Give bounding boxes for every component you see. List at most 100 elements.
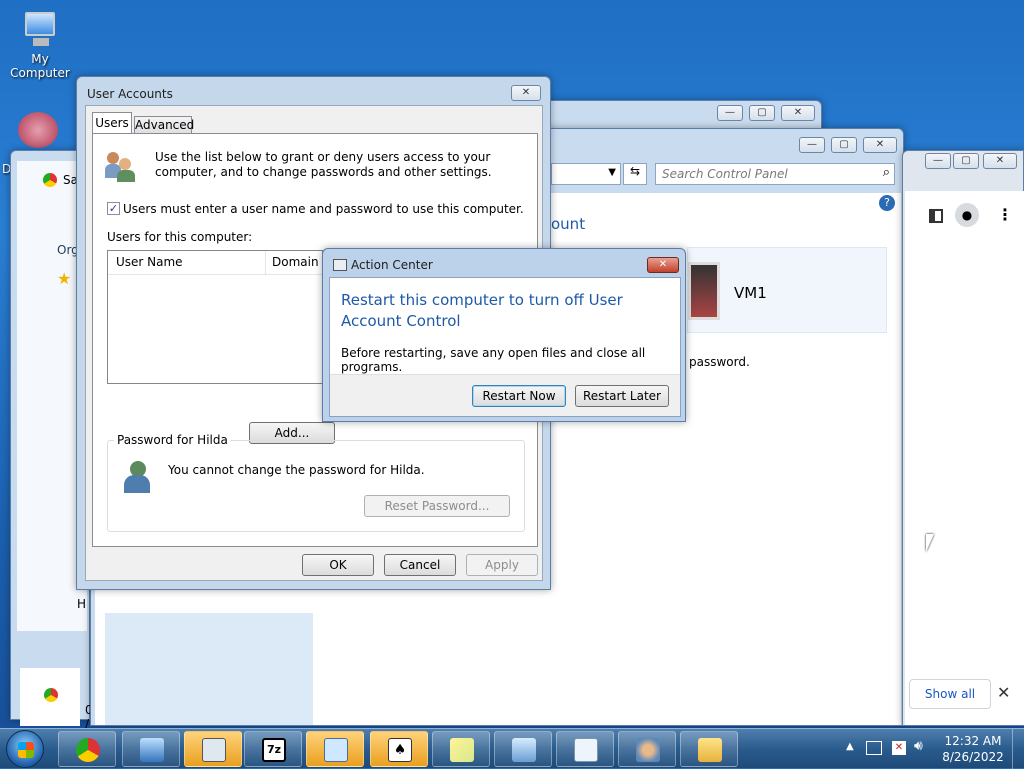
avatar xyxy=(688,262,720,320)
taskbar-chrome-button[interactable] xyxy=(58,731,116,767)
taskbar-calculator-button[interactable] xyxy=(184,731,242,767)
chrome-bottom-strip xyxy=(20,668,80,726)
computer-icon xyxy=(19,10,61,50)
tab-users[interactable]: Users xyxy=(92,112,132,134)
chrome-logo-icon xyxy=(44,688,58,702)
restart-now-button[interactable]: Restart Now xyxy=(472,385,566,407)
column-header-username[interactable]: User Name xyxy=(108,251,266,275)
password-info-text: You cannot change the password for Hilda… xyxy=(168,463,425,477)
chrome-logo-icon xyxy=(43,173,57,187)
require-login-label[interactable]: Users must enter a user name and passwor… xyxy=(123,202,524,216)
close-button[interactable]: ✕ xyxy=(781,105,815,121)
clock[interactable]: 12:32 AM 8/26/2022 xyxy=(938,733,1008,765)
tab-users-label: Users xyxy=(95,116,129,130)
action-center-icon xyxy=(333,259,347,271)
document-icon xyxy=(574,738,598,762)
password-fragment[interactable]: password. xyxy=(689,355,750,369)
chrome-window[interactable]: — ▢ ✕ ● ⋮ Show all ✕ xyxy=(902,150,1024,726)
tab-advanced-label: Advanced xyxy=(135,118,195,132)
minimize-button[interactable]: — xyxy=(799,137,825,153)
control-panel-icon xyxy=(140,738,164,762)
users-icon xyxy=(636,738,660,762)
taskbar-notepad-button[interactable] xyxy=(306,731,364,767)
minimize-button[interactable]: — xyxy=(717,105,743,121)
close-button[interactable]: ✕ xyxy=(983,153,1017,169)
address-bar[interactable]: ▼ xyxy=(551,163,621,185)
taskbar-control-panel-button[interactable] xyxy=(122,731,180,767)
tab-advanced[interactable]: Advanced xyxy=(134,116,195,134)
taskbar-explorer-button[interactable] xyxy=(680,731,738,767)
search-box[interactable]: Search Control Panel ⌕ xyxy=(655,163,895,185)
desktop-icon-label: My Computer xyxy=(10,52,70,80)
password-group-label: Password for Hilda xyxy=(114,433,231,447)
clock-date: 8/26/2022 xyxy=(942,750,1004,764)
taskbar-solitaire-button[interactable]: ♠ xyxy=(370,731,428,767)
help-icon[interactable]: ? xyxy=(879,195,895,211)
nav-pane xyxy=(105,613,313,725)
network-icon xyxy=(512,738,536,762)
users-icon xyxy=(105,150,137,182)
button-footer: Restart Now Restart Later xyxy=(330,374,680,416)
column-header-domain[interactable]: Domain xyxy=(266,251,324,275)
dialog-title: User Accounts xyxy=(87,87,173,101)
restart-later-button[interactable]: Restart Later xyxy=(575,385,669,407)
chevron-down-icon[interactable]: ▼ xyxy=(608,167,616,178)
dialog-content: Restart this computer to turn off User A… xyxy=(329,277,681,417)
ok-button[interactable]: OK xyxy=(302,554,374,576)
menu-icon[interactable]: ⋮ xyxy=(997,205,1013,224)
dialog-title: Action Center xyxy=(351,258,433,272)
start-button[interactable] xyxy=(6,730,44,768)
taskbar-users-button[interactable] xyxy=(618,731,676,767)
heading-fragment: ount xyxy=(551,215,586,233)
password-group: Password for Hilda You cannot change the… xyxy=(107,433,525,532)
search-input[interactable]: Search Control Panel xyxy=(662,167,788,181)
users-list[interactable]: User Name Domain xyxy=(107,250,324,384)
7zip-icon: 7z xyxy=(262,738,286,762)
chrome-client: ● ⋮ Show all ✕ xyxy=(905,191,1024,725)
chrome-icon xyxy=(76,738,100,762)
clock-time: 12:32 AM xyxy=(944,734,1002,748)
apply-button[interactable]: Apply xyxy=(466,554,538,576)
refresh-button[interactable]: ⇆ xyxy=(623,163,647,185)
account-tile[interactable]: VM1 xyxy=(687,247,887,333)
taskbar-7zip-button[interactable]: 7z xyxy=(244,731,302,767)
footer-fragment[interactable]: H xyxy=(77,597,86,611)
search-icon: ⌕ xyxy=(882,165,890,180)
star-icon: ★ xyxy=(57,269,72,288)
require-login-checkbox[interactable]: ✓ xyxy=(107,202,120,215)
taskbar-network-button[interactable] xyxy=(494,731,552,767)
taskbar-document-button[interactable] xyxy=(556,731,614,767)
intro-text: Use the list below to grant or deny user… xyxy=(155,150,492,179)
maximize-button[interactable]: ▢ xyxy=(953,153,979,169)
recycle-icon xyxy=(18,112,58,148)
maximize-button[interactable]: ▢ xyxy=(831,137,857,153)
desktop-icon-my-computer[interactable]: My Computer xyxy=(0,10,80,80)
close-icon[interactable]: ✕ xyxy=(997,683,1010,702)
mouse-cursor xyxy=(926,534,934,552)
action-center-dialog[interactable]: Action Center ✕ Restart this computer to… xyxy=(322,248,686,422)
users-list-label: Users for this computer: xyxy=(107,230,253,244)
show-all-label: Show all xyxy=(924,687,976,701)
uac-heading: Restart this computer to turn off User A… xyxy=(341,291,623,330)
close-button[interactable]: ✕ xyxy=(511,85,541,101)
cancel-button[interactable]: Cancel xyxy=(384,554,456,576)
sidebar-icon[interactable] xyxy=(929,209,943,223)
minimize-button[interactable]: — xyxy=(925,153,951,169)
show-desktop-button[interactable] xyxy=(1012,729,1024,769)
taskbar-sticky-notes-button[interactable] xyxy=(432,731,490,767)
close-button[interactable]: ✕ xyxy=(863,137,897,153)
action-center-tray-icon[interactable]: ✕ xyxy=(892,741,906,755)
close-button[interactable]: ✕ xyxy=(647,257,679,273)
notepad-icon xyxy=(324,738,348,762)
show-all-button[interactable]: Show all xyxy=(909,679,991,709)
sticky-notes-icon xyxy=(450,738,474,762)
volume-icon[interactable]: 🔊︎ xyxy=(914,738,923,754)
solitaire-icon: ♠ xyxy=(388,738,412,762)
profile-icon[interactable]: ● xyxy=(955,203,979,227)
tray-expand-icon[interactable]: ▲ xyxy=(846,741,854,752)
folder-icon xyxy=(698,738,722,762)
network-tray-icon[interactable] xyxy=(866,741,882,755)
maximize-button[interactable]: ▢ xyxy=(749,105,775,121)
reset-password-button[interactable]: Reset Password... xyxy=(364,495,510,517)
windows-logo-icon xyxy=(18,742,34,758)
